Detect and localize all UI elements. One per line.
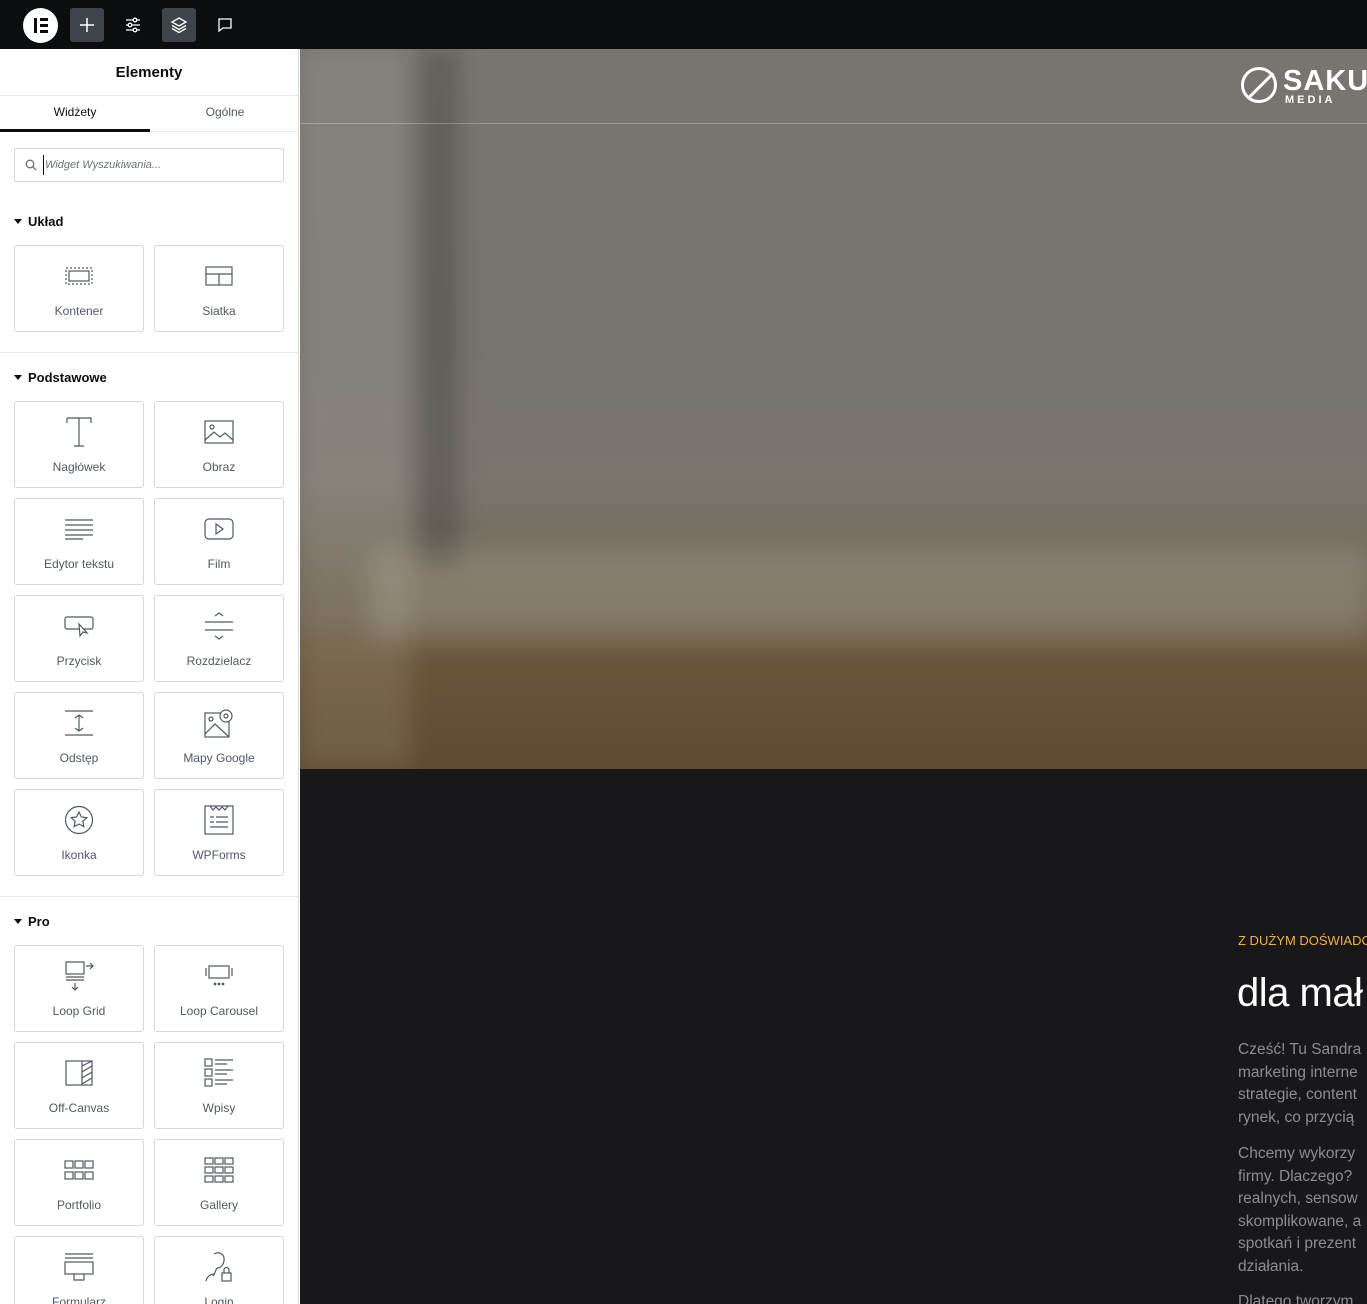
widget-spacer[interactable]: Odstęp [14, 692, 144, 779]
plus-icon [80, 18, 94, 32]
top-toolbar [0, 0, 1367, 49]
paragraph-mission: Chcemy wykorzy firmy. Dlaczego? realnych… [1238, 1145, 1362, 1275]
container-icon [65, 267, 93, 285]
portfolio-icon [64, 1160, 94, 1180]
widget-wpforms[interactable]: WPForms [154, 789, 284, 876]
widget-portfolio[interactable]: Portfolio [14, 1139, 144, 1226]
header-divider [300, 123, 1367, 124]
panel-title: Elementy [0, 49, 298, 96]
video-icon [204, 518, 234, 540]
paragraph-cta: Dlatego tworzym [1238, 1293, 1354, 1304]
star-icon [64, 805, 94, 835]
divider [0, 896, 298, 897]
form-icon [64, 1253, 94, 1281]
spacer-icon [65, 710, 93, 736]
text-editor-icon [65, 519, 93, 540]
category-layout-title[interactable]: Układ [14, 214, 63, 229]
wpforms-icon [204, 805, 234, 835]
category-basic-title[interactable]: Podstawowe [14, 370, 107, 385]
posts-icon [204, 1058, 233, 1087]
panel-tabs: Widżety Ogólne [0, 96, 298, 132]
about-section[interactable]: Z DUŻYM DOŚWIADC dla mał Cześć! Tu Sandr… [300, 769, 1367, 1304]
elementor-logo[interactable] [23, 8, 58, 43]
site-settings-button[interactable] [116, 8, 150, 42]
divider [0, 352, 298, 353]
preview-canvas[interactable]: SAKU MEDIA Z DUŻYM DOŚWIADC dla mał Cześ… [300, 49, 1367, 1304]
loop-carousel-icon [205, 965, 233, 986]
structure-button[interactable] [162, 8, 196, 42]
grid-icon [205, 266, 233, 286]
image-icon [204, 420, 234, 444]
elements-panel: Elementy Widżety Ogólne Układ Kontener S… [0, 49, 299, 1304]
widget-search[interactable] [14, 148, 284, 182]
widget-loop-grid[interactable]: Loop Grid [14, 945, 144, 1032]
widget-off-canvas[interactable]: Off-Canvas [14, 1042, 144, 1129]
comments-button[interactable] [208, 8, 242, 42]
widget-video[interactable]: Film [154, 498, 284, 585]
widget-image[interactable]: Obraz [154, 401, 284, 488]
off-canvas-icon [65, 1060, 93, 1086]
loop-grid-icon [65, 961, 94, 991]
widget-grid[interactable]: Siatka [154, 245, 284, 332]
heading-icon [66, 417, 92, 447]
widget-heading[interactable]: Nagłówek [14, 401, 144, 488]
tab-widgets[interactable]: Widżety [0, 96, 150, 132]
widget-form[interactable]: Formularz [14, 1236, 144, 1304]
hero-section[interactable]: SAKU MEDIA [300, 49, 1367, 769]
widget-login[interactable]: Login [154, 1236, 284, 1304]
button-icon [64, 616, 94, 638]
widget-icon[interactable]: Ikonka [14, 789, 144, 876]
widget-posts[interactable]: Wpisy [154, 1042, 284, 1129]
widget-button[interactable]: Przycisk [14, 595, 144, 682]
search-input[interactable] [43, 155, 273, 175]
category-pro-title[interactable]: Pro [14, 914, 50, 929]
layers-icon [170, 17, 188, 34]
widget-divider[interactable]: Rozdzielacz [154, 595, 284, 682]
widget-gallery[interactable]: Gallery [154, 1139, 284, 1226]
comment-icon [218, 18, 232, 33]
widget-google-maps[interactable]: Mapy Google [154, 692, 284, 779]
add-element-button[interactable] [70, 8, 104, 42]
paragraph-intro: Cześć! Tu Sandra marketing interne strat… [1238, 1041, 1362, 1126]
sliders-icon [126, 17, 140, 33]
widget-text-editor[interactable]: Edytor tekstu [14, 498, 144, 585]
google-maps-icon [204, 709, 233, 738]
widget-loop-carousel[interactable]: Loop Carousel [154, 945, 284, 1032]
gallery-icon [204, 1157, 234, 1183]
divider-icon [205, 612, 233, 640]
widget-container[interactable]: Kontener [14, 245, 144, 332]
login-icon [205, 1252, 232, 1282]
section-eyebrow: Z DUŻYM DOŚWIADC [1238, 933, 1367, 948]
search-icon [25, 159, 37, 171]
tab-general[interactable]: Ogólne [150, 96, 298, 132]
section-headline: dla mał [1237, 971, 1363, 1015]
